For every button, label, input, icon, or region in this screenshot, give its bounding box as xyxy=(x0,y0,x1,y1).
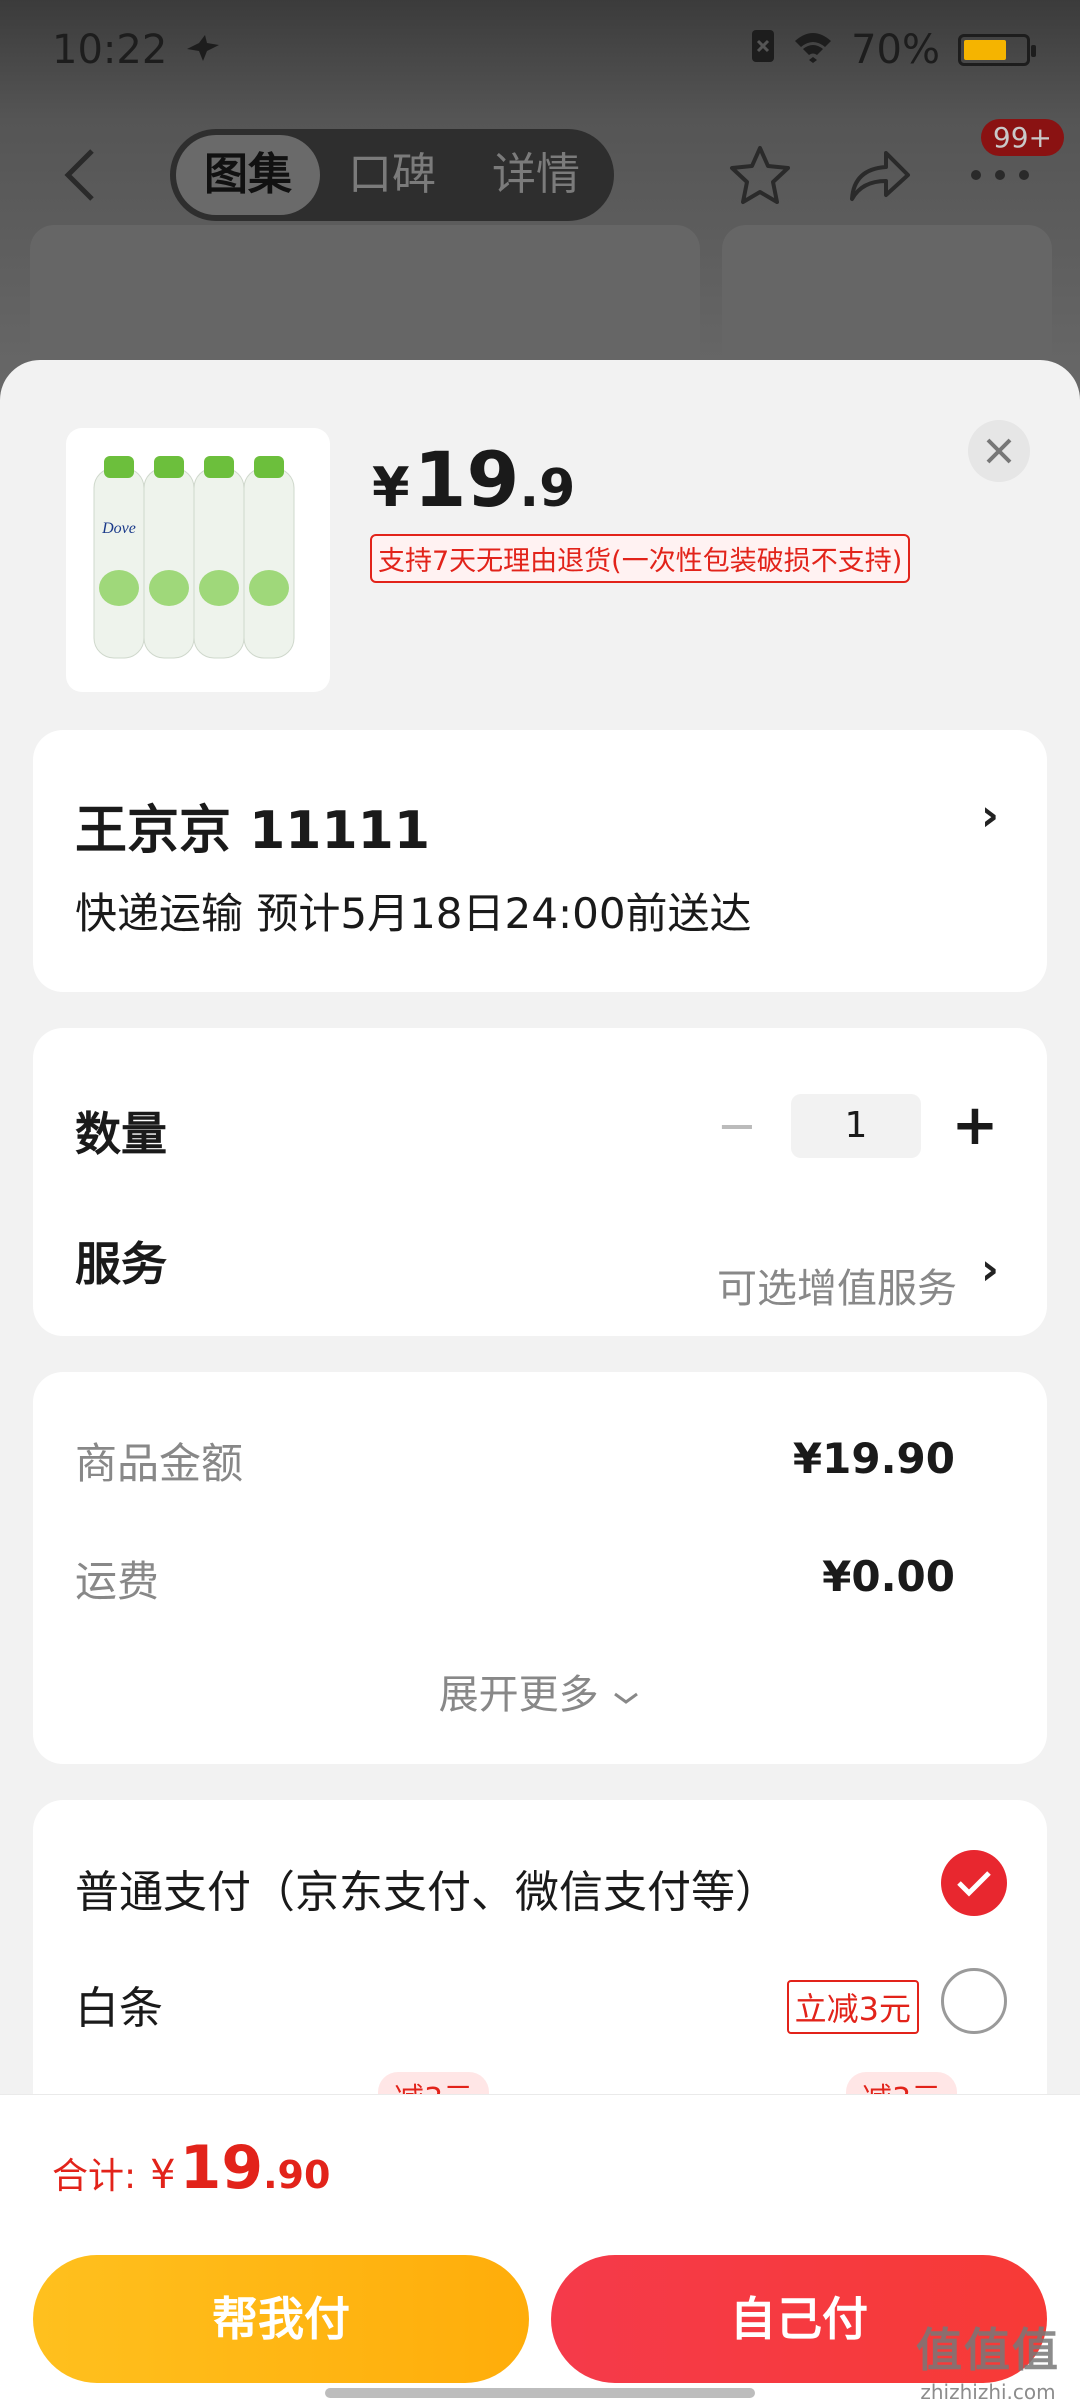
product-header: Dove ¥ 19 .9 支持7天无理由退货(一次性包装破损不支持) xyxy=(0,360,1080,710)
purchase-sheet: Dove ¥ 19 .9 支持7天无理由退货(一次性包装破损不支持) 王京京 1… xyxy=(0,360,1080,2100)
star-icon[interactable] xyxy=(720,135,800,215)
battery-fill xyxy=(964,40,1006,60)
product-brand-text: Dove xyxy=(101,520,136,537)
product-image[interactable]: Dove xyxy=(66,428,330,692)
total-decimal: .90 xyxy=(263,2153,331,2197)
product-price: ¥ 19 .9 xyxy=(372,435,575,524)
price-detail-card: 商品金额 ¥19.90 运费 ¥0.00 展开更多 xyxy=(33,1372,1047,1764)
baitiao-payment-label[interactable]: 白条 xyxy=(75,1972,163,2036)
tab-reviews[interactable]: 口碑 xyxy=(320,135,464,215)
top-nav: 图集 口碑 详情 99+ xyxy=(0,119,1080,225)
order-total: 合计: ¥ 19 .90 xyxy=(52,2133,330,2203)
quantity-decrease-button[interactable]: − xyxy=(707,1098,767,1154)
battery-percent: 70% xyxy=(851,27,940,73)
shipping-fee-value: ¥0.00 xyxy=(822,1552,955,1601)
cart-badge: 99+ xyxy=(980,119,1064,156)
quantity-increase-button[interactable]: + xyxy=(945,1093,1005,1158)
baitiao-payment-radio[interactable] xyxy=(941,1968,1007,2034)
service-option-link[interactable]: 可选增值服务 xyxy=(717,1256,957,1314)
price-decimal: .9 xyxy=(519,459,576,519)
goods-amount-value: ¥19.90 xyxy=(792,1434,955,1483)
expand-more-label: 展开更多 xyxy=(438,1672,599,1718)
quantity-service-card: 数量 − 1 + 服务 可选增值服务 › xyxy=(33,1028,1047,1336)
quantity-stepper: − 1 + xyxy=(707,1093,1005,1158)
home-indicator[interactable] xyxy=(325,2388,755,2398)
tab-gallery[interactable]: 图集 xyxy=(176,135,320,215)
quantity-input[interactable]: 1 xyxy=(791,1093,921,1158)
delivery-estimate: 快递运输 预计5月18日24:00前送达 xyxy=(75,889,752,938)
price-integer: 19 xyxy=(413,435,520,524)
chevron-down-icon xyxy=(614,1692,639,1704)
tab-details[interactable]: 详情 xyxy=(464,135,608,215)
payment-method-card: 普通支付（京东支付、微信支付等） 白条 立减3元 xyxy=(33,1800,1047,2100)
total-label: 合计: xyxy=(52,2156,137,2197)
recipient-name-phone: 王京京 11111 xyxy=(75,801,431,861)
service-label: 服务 xyxy=(75,1237,167,1291)
baitiao-promo-tag: 立减3元 xyxy=(786,1980,919,2034)
close-button[interactable] xyxy=(968,420,1030,482)
quantity-label: 数量 xyxy=(75,1107,167,1161)
watermark-sub: zhizhizhi.com xyxy=(920,2380,1056,2400)
price-currency: ¥ xyxy=(372,456,410,519)
chevron-right-icon: › xyxy=(980,790,999,841)
notification-icon xyxy=(185,27,221,73)
chevron-right-icon[interactable]: › xyxy=(981,1244,999,1295)
watermark: 值值值 zhizhizhi.com xyxy=(916,2314,1060,2400)
tab-bar: 图集 口碑 详情 xyxy=(170,129,614,221)
watermark-main: 值值值 xyxy=(916,2323,1060,2377)
expand-more-link[interactable]: 展开更多 xyxy=(33,1662,1047,1720)
help-me-pay-button[interactable]: 帮我付 xyxy=(33,2255,529,2383)
goods-amount-label: 商品金额 xyxy=(75,1439,244,1488)
checkmark-icon xyxy=(957,1871,991,1897)
normal-payment-label[interactable]: 普通支付（京东支付、微信支付等） xyxy=(75,1856,779,1920)
wifi-icon xyxy=(793,27,833,73)
status-bar: 10:22 70% xyxy=(0,0,1080,100)
sim-icon xyxy=(751,27,775,73)
shipping-fee-label: 运费 xyxy=(75,1557,160,1606)
back-arrow-icon[interactable] xyxy=(40,135,120,215)
share-icon[interactable] xyxy=(840,135,920,215)
total-currency: ¥ xyxy=(150,2152,176,2198)
normal-payment-radio[interactable] xyxy=(941,1850,1007,1916)
battery-icon xyxy=(958,34,1036,66)
total-integer: 19 xyxy=(179,2133,264,2203)
status-time: 10:22 xyxy=(52,27,168,73)
address-card[interactable]: 王京京 11111 快递运输 预计5月18日24:00前送达 › xyxy=(33,730,1047,992)
return-policy-tag: 支持7天无理由退货(一次性包装破损不支持) xyxy=(370,534,911,583)
close-icon xyxy=(986,438,1012,464)
